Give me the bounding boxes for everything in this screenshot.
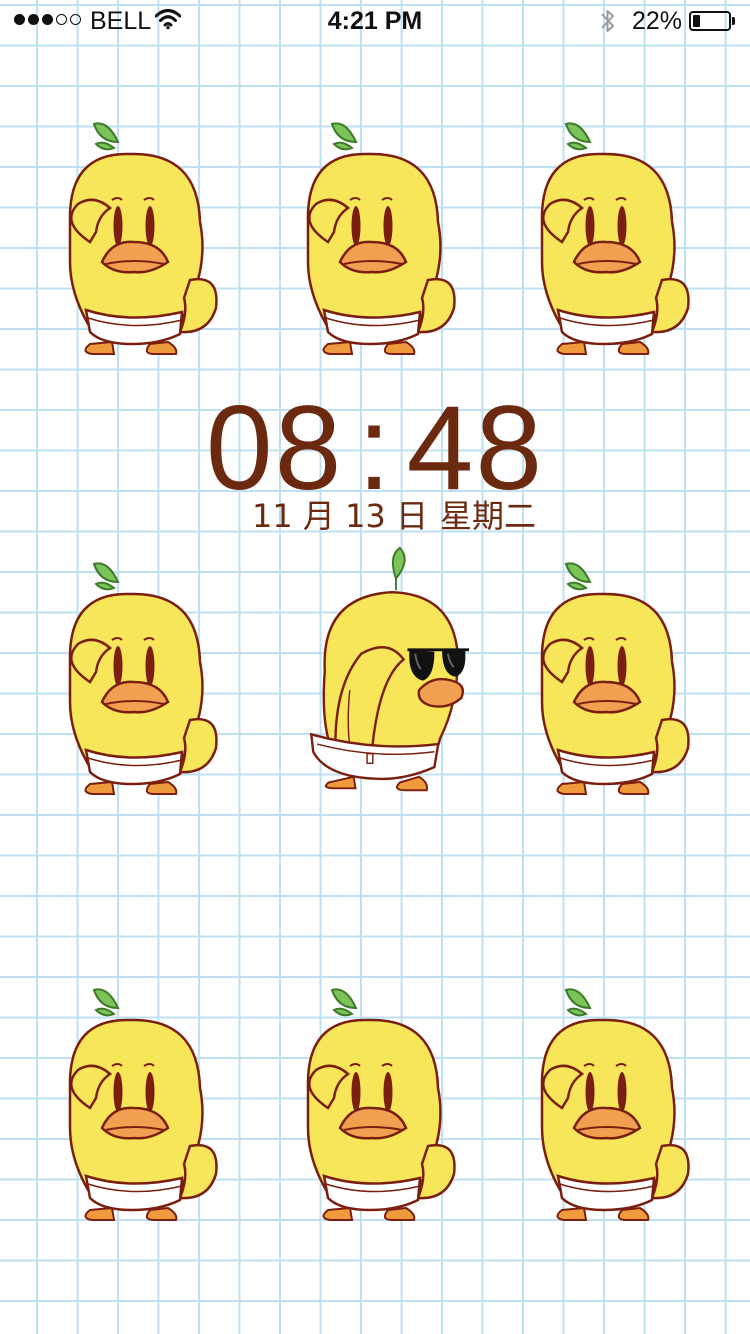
duck-saluting-icon xyxy=(50,552,230,802)
status-bar: BELL 4:21 PM 22% xyxy=(0,0,750,42)
battery-fill xyxy=(693,15,700,27)
duck-saluting-icon xyxy=(522,978,702,1228)
battery-icon xyxy=(689,11,731,31)
lockscreen-clock: 08:48 xyxy=(0,388,750,508)
lockscreen-weekday: 星期二 xyxy=(440,497,537,535)
lockscreen-date: 11 月 13 日 xyxy=(252,497,428,535)
duck-saluting-icon xyxy=(50,978,230,1228)
duck-sunglasses-icon xyxy=(304,546,484,796)
duck-saluting-icon xyxy=(522,112,702,362)
battery-cap xyxy=(732,17,735,25)
battery-percent: 22% xyxy=(632,7,683,35)
duck-saluting-icon xyxy=(522,552,702,802)
bluetooth-icon xyxy=(599,6,617,43)
duck-saluting-icon xyxy=(288,112,468,362)
duck-saluting-icon xyxy=(288,978,468,1228)
duck-saluting-icon xyxy=(50,112,230,362)
